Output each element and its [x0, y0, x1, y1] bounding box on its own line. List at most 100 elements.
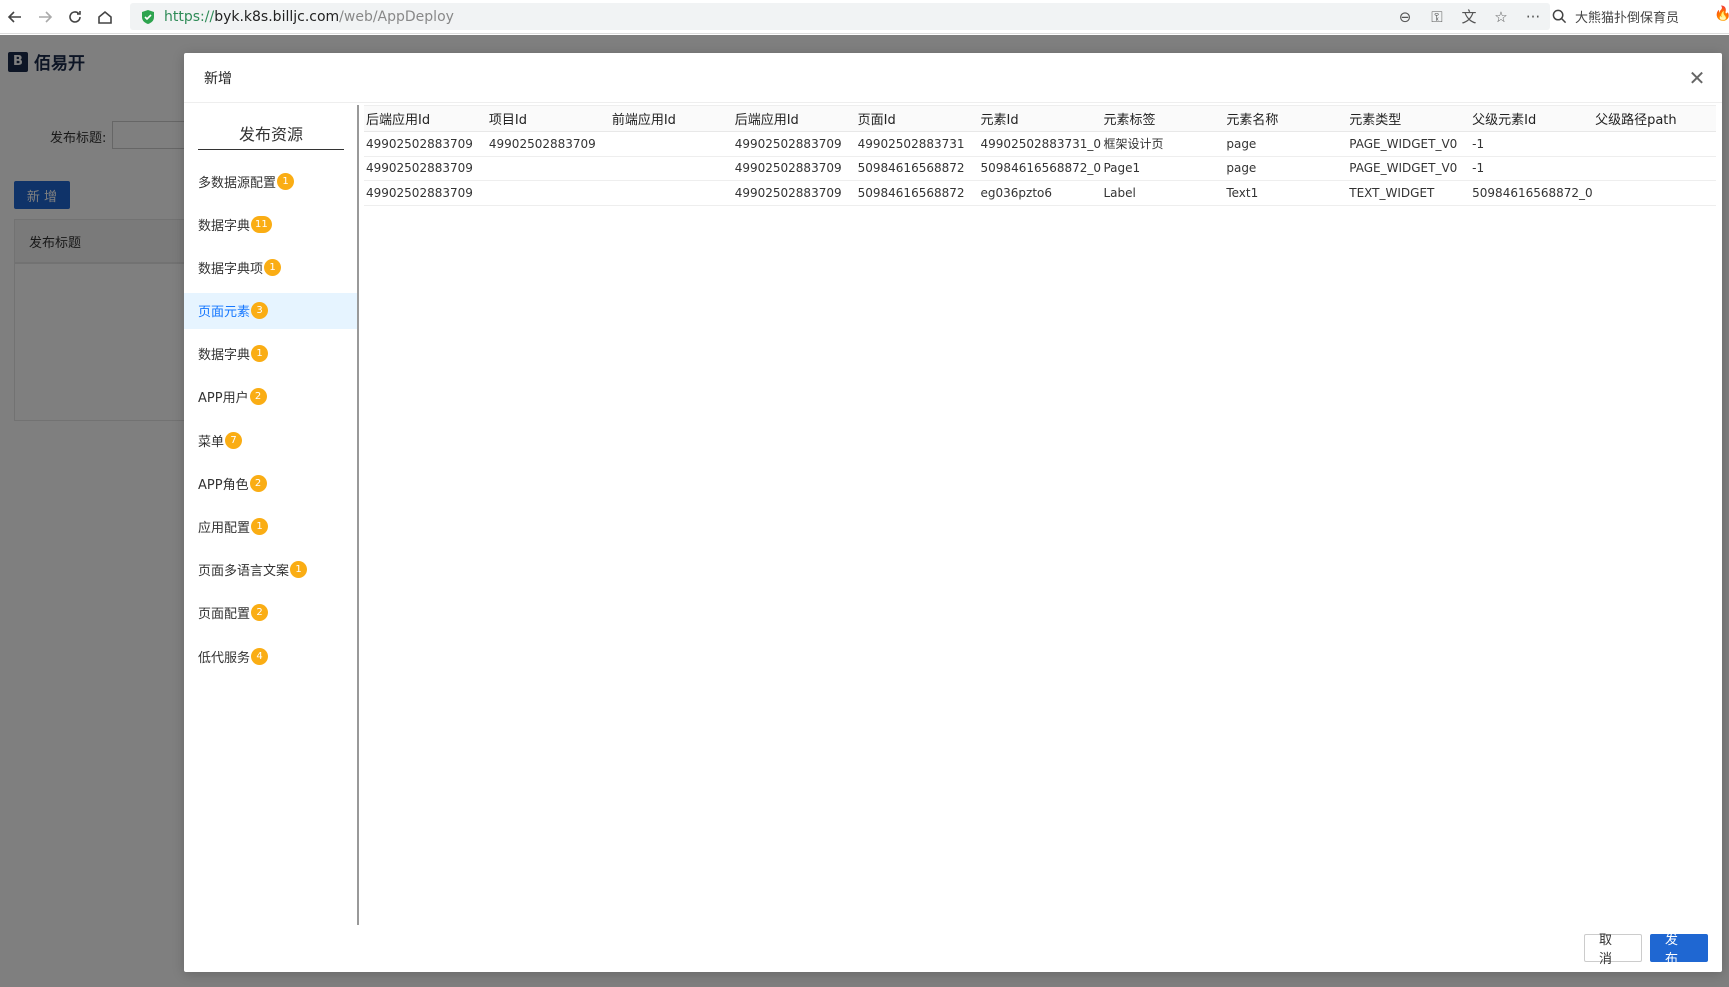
- flame-icon: 🔥: [1714, 6, 1729, 22]
- sidebar-item[interactable]: 数据字典 1: [184, 336, 357, 372]
- table-cell: 49902502883709: [364, 180, 487, 206]
- dialog-header: 新增: [184, 53, 1722, 103]
- forward-icon[interactable]: [30, 2, 60, 32]
- sidebar-item[interactable]: 页面元素 3: [184, 292, 357, 329]
- table-cell: -1: [1470, 131, 1594, 157]
- table-cell: Page1: [1101, 156, 1225, 181]
- column-header: 后端应用Id: [364, 105, 487, 132]
- resource-table: 后端应用Id 项目Id 前端应用Id 后端应用Id 页面Id 元素Id 元素标签 元素名称 元素…: [364, 105, 1716, 206]
- table-cell: [486, 156, 610, 181]
- column-header: 元素名称: [1224, 105, 1348, 132]
- sidebar-item[interactable]: 数据字典项 1: [184, 249, 357, 285]
- column-header: 页面Id: [855, 105, 979, 132]
- address-bar[interactable]: https://byk.k8s.billjc.com/web/AppDeploy…: [130, 3, 1550, 30]
- sidebar-item-label: 多数据源配置: [198, 175, 277, 191]
- resource-list: 多数据源配置 1 数据字典 11 数据字典项 1 页面元素 3 数据字典 1 APP用户 2 菜单 7 AP…: [184, 163, 357, 681]
- sidebar-item-label: 页面多语言文案: [198, 564, 290, 580]
- browser-toolbar: https://byk.k8s.billjc.com/web/AppDeploy…: [0, 0, 1729, 34]
- sidebar-item-label: 页面元素: [198, 305, 251, 321]
- table-cell: Text1: [1224, 180, 1348, 206]
- count-badge: 2: [249, 474, 267, 492]
- translate-icon[interactable]: 文: [1458, 6, 1480, 28]
- table-cell: [1593, 131, 1716, 157]
- search-text: 大熊猫扑倒保育员: [1575, 11, 1680, 26]
- more-icon[interactable]: ···: [1522, 6, 1544, 28]
- url-scheme: https://: [164, 8, 215, 25]
- table-cell: 49902502883709: [364, 156, 487, 181]
- sidebar-item-label: 页面配置: [198, 607, 251, 623]
- table-cell: [486, 180, 610, 206]
- table-cell: page: [1224, 131, 1348, 157]
- table-cell: TEXT_WIDGET: [1347, 180, 1471, 206]
- table-body: 49902502883709 49902502883709 499025028837…: [364, 131, 1716, 206]
- count-badge: 1: [290, 561, 308, 579]
- count-badge: 7: [225, 431, 243, 449]
- count-badge: 3: [251, 302, 269, 320]
- table-header-row: 后端应用Id 项目Id 前端应用Id 后端应用Id 页面Id 元素Id 元素标签 元素名称 元素…: [364, 105, 1716, 132]
- close-icon[interactable]: ✕: [1686, 66, 1708, 90]
- sidebar-item-label: 应用配置: [198, 521, 251, 536]
- count-badge: 11: [251, 215, 272, 233]
- sidebar-item-label: 数据字典: [198, 218, 251, 234]
- zoom-icon[interactable]: ⊖: [1394, 6, 1416, 28]
- column-header: 后端应用Id: [732, 105, 856, 132]
- back-icon[interactable]: [0, 2, 30, 32]
- sidebar-item-label: 数据字典: [198, 348, 251, 364]
- url-host: byk.k8s.billjc.com: [214, 8, 340, 25]
- table-cell: [609, 156, 733, 181]
- sidebar-item-label: APP角色: [198, 477, 249, 493]
- table-cell: [1593, 156, 1716, 181]
- sidebar-item[interactable]: 页面多语言文案 1: [184, 552, 357, 588]
- table-cell: 50984616568872_0: [1470, 180, 1594, 206]
- column-header: 父级元素Id: [1470, 105, 1594, 132]
- sidebar-item[interactable]: 多数据源配置 1: [184, 163, 357, 199]
- sidebar-item[interactable]: 低代服务 4: [184, 638, 357, 674]
- sidebar-item-label: 菜单: [198, 434, 225, 450]
- publish-button[interactable]: 发 布: [1650, 933, 1708, 967]
- sidebar-item[interactable]: APP用户 2: [184, 379, 357, 415]
- sidebar-item[interactable]: 页面配置 2: [184, 595, 357, 631]
- table-cell: 49902502883709: [364, 131, 487, 157]
- sidebar-title: 发布资源: [198, 121, 344, 150]
- sidebar-item[interactable]: 数据字典 11: [184, 206, 357, 242]
- column-header: 父级路径path: [1593, 105, 1716, 132]
- table-cell: 49902502883709: [486, 131, 610, 157]
- sidebar-item[interactable]: 应用配置 1: [184, 509, 357, 545]
- column-header: 项目Id: [486, 105, 610, 132]
- table-cell: 49902502883709: [732, 180, 856, 206]
- reload-icon[interactable]: [60, 2, 90, 32]
- create-dialog: 新增 ✕ 发布资源 多数据源配置 1 数据字典 11 数据字典项 1 页面元素 3 数据字典 1 A…: [184, 53, 1722, 972]
- table-cell: 框架设计页: [1101, 131, 1225, 157]
- table-row: 49902502883709 49902502883709 509846165688…: [364, 156, 1716, 181]
- resource-sidebar: 发布资源 多数据源配置 1 数据字典 11 数据字典项 1 页面元素 3 数据字典 1 APP用户 2…: [184, 105, 359, 925]
- sidebar-item-label: APP用户: [198, 391, 249, 407]
- sidebar-item[interactable]: APP角色 2: [184, 465, 357, 501]
- count-badge: 1: [277, 172, 295, 190]
- key-icon[interactable]: ⚿: [1426, 6, 1448, 28]
- table-cell: 49902502883731_0: [978, 131, 1102, 157]
- cancel-button[interactable]: 取 消: [1584, 933, 1642, 967]
- table-row: 49902502883709 49902502883709 509846165688…: [364, 180, 1716, 206]
- star-icon[interactable]: ☆: [1490, 6, 1512, 28]
- sidebar-item-label: 低代服务: [198, 650, 251, 666]
- search-icon: [1552, 9, 1567, 24]
- home-icon[interactable]: [90, 2, 120, 32]
- table-cell: [609, 180, 733, 206]
- table-cell: 50984616568872_0: [978, 156, 1102, 181]
- table-cell: 50984616568872: [855, 180, 979, 206]
- table-cell: PAGE_WIDGET_V0: [1347, 156, 1471, 181]
- dialog-footer: 取 消 发 布: [1584, 933, 1708, 967]
- table-cell: 49902502883709: [732, 156, 856, 181]
- table-cell: PAGE_WIDGET_V0: [1347, 131, 1471, 157]
- shield-icon: [142, 9, 154, 24]
- url-path: /web/AppDeploy: [339, 8, 454, 25]
- table-cell: page: [1224, 156, 1348, 181]
- browser-search[interactable]: 大熊猫扑倒保育员: [1552, 3, 1712, 30]
- table-cell: [1593, 180, 1716, 206]
- count-badge: 1: [251, 518, 269, 535]
- table-cell: 49902502883709: [732, 131, 856, 157]
- table-cell: eg036pzto6: [978, 180, 1102, 206]
- sidebar-item[interactable]: 菜单 7: [184, 422, 357, 458]
- table-row: 49902502883709 49902502883709 499025028837…: [364, 131, 1716, 157]
- column-header: 前端应用Id: [609, 105, 733, 132]
